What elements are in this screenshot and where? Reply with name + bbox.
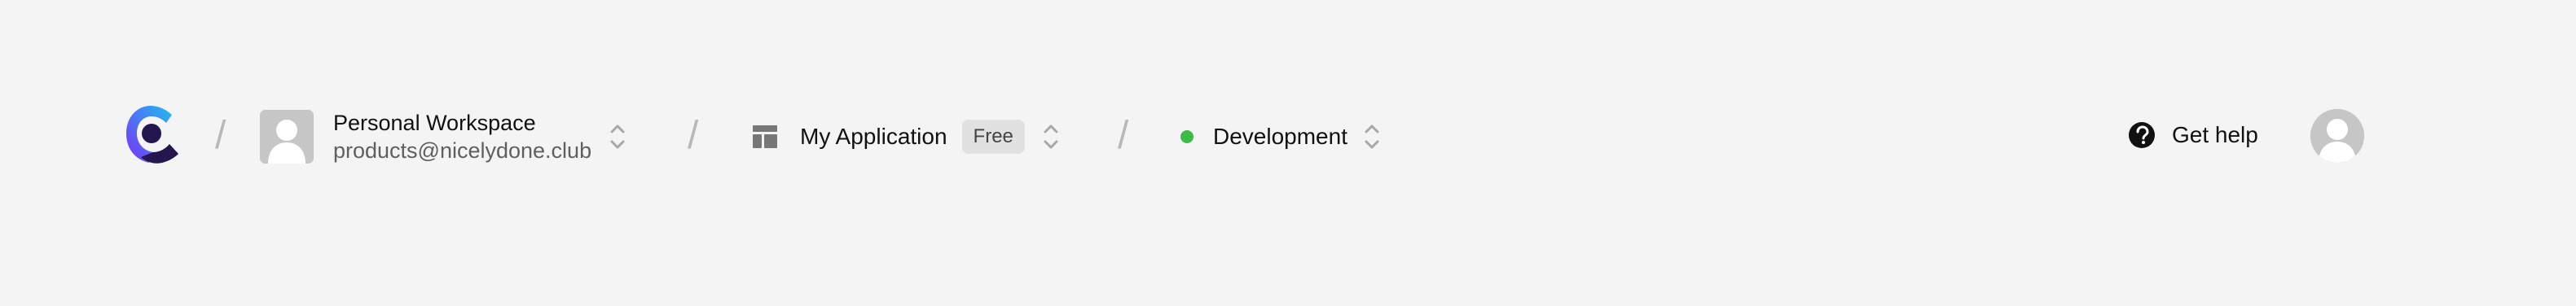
workspace-text: Personal Workspace products@nicelydone.c… [333, 109, 591, 164]
breadcrumb-separator: / [215, 114, 226, 157]
breadcrumb-separator: / [688, 114, 699, 157]
application-name: My Application [800, 124, 947, 149]
environment-name: Development [1213, 124, 1347, 149]
environment-status-dot [1180, 130, 1193, 143]
user-avatar-icon[interactable] [2310, 109, 2364, 163]
workspace-name: Personal Workspace [333, 111, 536, 135]
workspace-selector[interactable]: Personal Workspace products@nicelydone.c… [260, 106, 629, 168]
top-navigation-bar: / Personal Workspace products@nicelydone… [104, 103, 2470, 203]
workspace-avatar-icon [260, 110, 314, 164]
get-help-label: Get help [2172, 122, 2258, 147]
chevrons-up-down-icon [1365, 125, 1379, 149]
chevrons-up-down-icon [1044, 125, 1058, 149]
layout-icon [753, 125, 777, 148]
get-help-button[interactable]: Get help [2128, 103, 2258, 168]
workspace-email: products@nicelydone.club [333, 138, 592, 163]
breadcrumb-separator: / [1118, 114, 1129, 157]
clerk-logo-icon[interactable] [122, 103, 181, 168]
environment-selector[interactable]: Development [1180, 106, 1383, 168]
app-page: / Personal Workspace products@nicelydone… [0, 0, 2576, 306]
question-circle-icon [2129, 122, 2155, 148]
plan-badge: Free [961, 120, 1025, 154]
application-selector[interactable]: My Application Free [751, 106, 1062, 168]
chevrons-up-down-icon [610, 125, 625, 149]
